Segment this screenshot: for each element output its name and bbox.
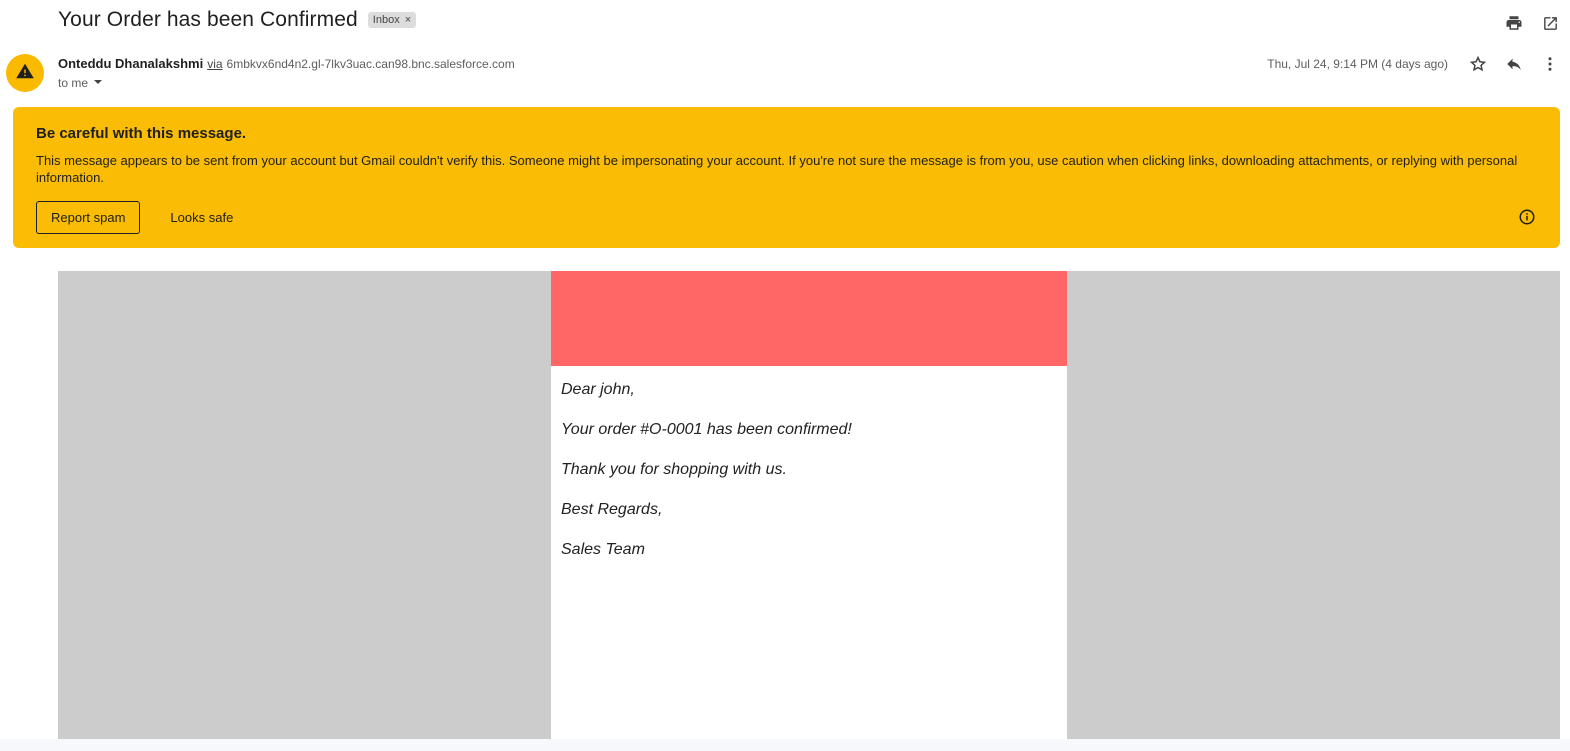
warning-banner: Be careful with this message. This messa… [13,107,1560,248]
sender-name[interactable]: Onteddu Dhanalakshmi [58,56,203,71]
label-text: Inbox [372,14,400,26]
message-meta: Thu, Jul 24, 9:14 PM (4 days ago) [1267,54,1560,74]
email-subject: Your Order has been Confirmed [58,8,358,31]
email-thanks-line: Thank you for shopping with us. [561,461,787,478]
info-icon[interactable] [1518,208,1536,231]
email-closing: Best Regards, [561,501,663,518]
warning-actions: Report spam Looks safe [36,201,233,234]
warning-body: This message appears to be sent from you… [36,153,1518,185]
email-text: Dear john, Your order #O-0001 has been c… [551,366,1067,559]
email-greeting: Dear john, [561,381,635,398]
sender-line: Onteddu Dhanalakshmi via 6mbkvx6nd4n2.gl… [58,56,515,71]
top-toolbar [1504,13,1560,33]
more-vert-icon[interactable] [1540,54,1560,74]
bottom-strip [0,739,1570,751]
sender-domain: 6mbkvx6nd4n2.gl-7lkv3uac.can98.bnc.sales… [226,57,515,71]
email-signature: Sales Team [561,541,645,558]
email-order-line: Your order #O-0001 has been confirmed! [561,421,852,438]
recipient-label: to me [58,76,89,90]
email-header-banner [551,271,1067,366]
email-content-card: Dear john, Your order #O-0001 has been c… [551,271,1067,739]
star-icon[interactable] [1468,54,1488,74]
remove-label-button[interactable]: × [405,14,411,26]
report-spam-button[interactable]: Report spam [36,201,141,234]
subject-row: Your Order has been Confirmed Inbox × [58,8,417,32]
looks-safe-button[interactable]: Looks safe [170,210,233,225]
print-icon[interactable] [1504,13,1524,33]
message-date: Thu, Jul 24, 9:14 PM (4 days ago) [1267,57,1448,71]
caret-down-icon [93,76,103,90]
reply-icon[interactable] [1504,54,1524,74]
sender-avatar[interactable] [6,54,44,92]
open-in-new-window-icon[interactable] [1540,13,1560,33]
via-link[interactable]: via [207,57,222,71]
inbox-label-chip[interactable]: Inbox × [367,12,417,28]
warning-icon [16,63,34,84]
recipient-details-toggle[interactable]: to me [58,76,103,90]
warning-title: Be careful with this message. [36,125,247,142]
